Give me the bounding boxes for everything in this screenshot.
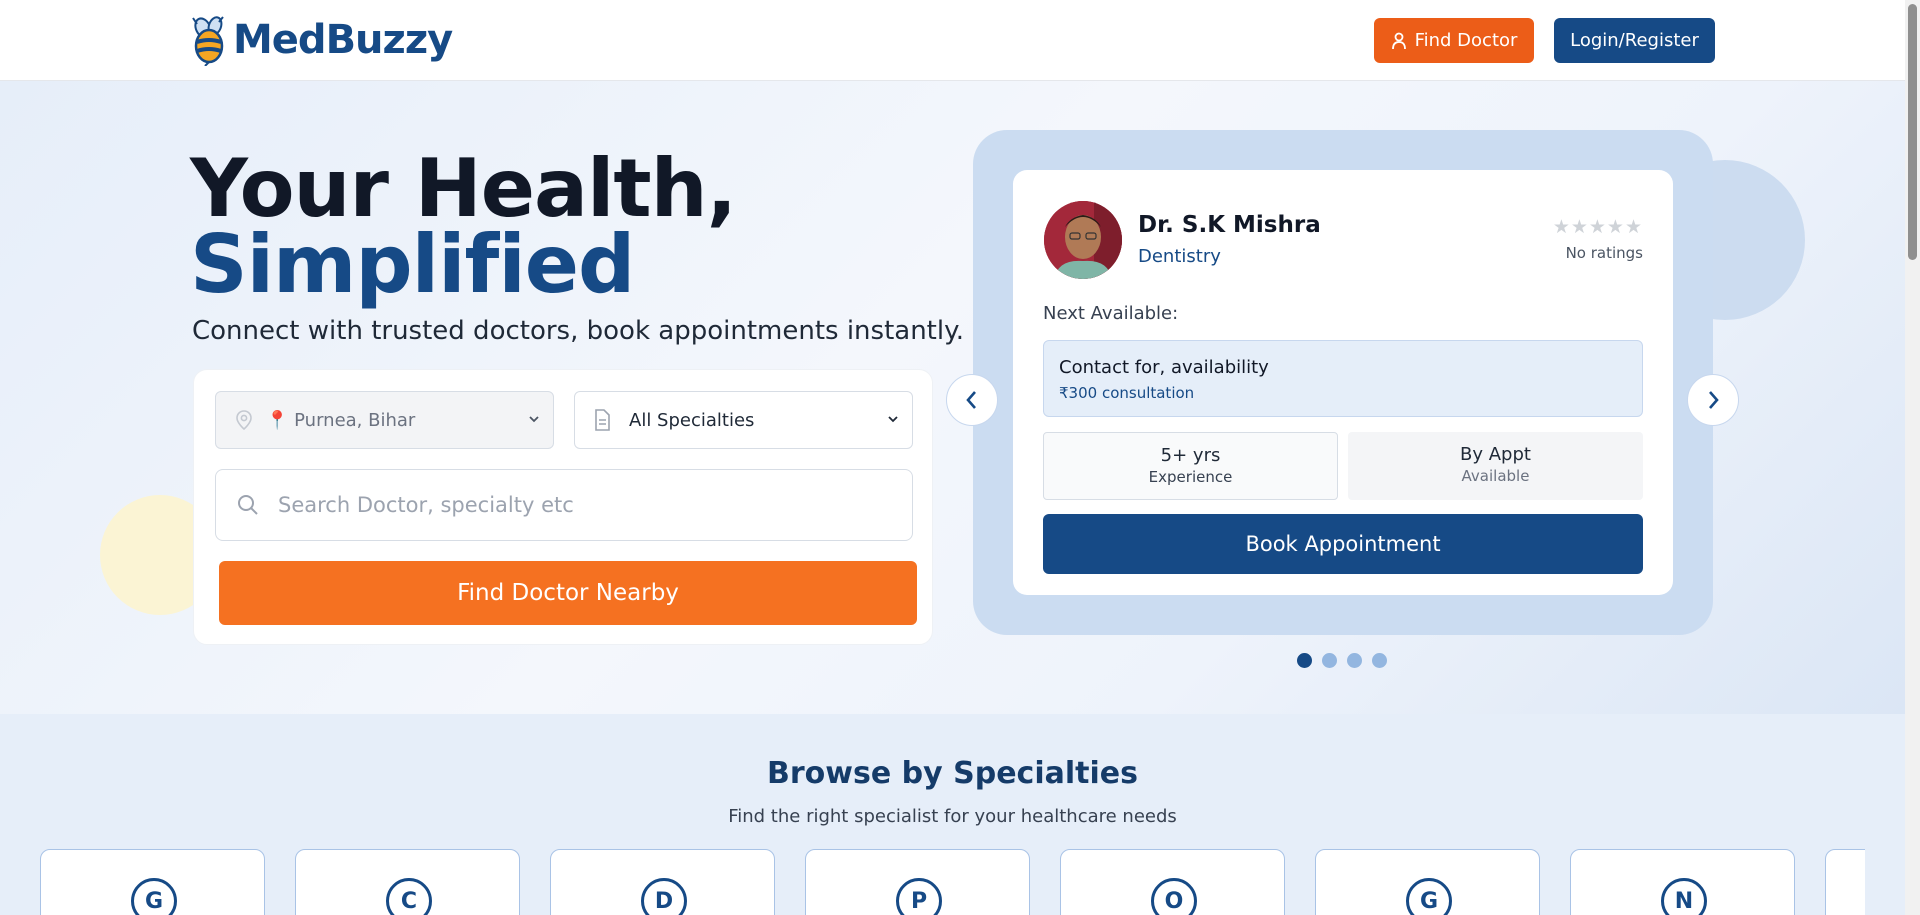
carousel-prev-button[interactable] [946,374,998,426]
specialty-initial: D [641,878,687,915]
carousel-dot[interactable] [1372,653,1387,668]
specialty-initial: N [1661,878,1707,915]
availability-label: Available [1461,467,1530,485]
carousel-dots [1297,653,1387,668]
specialty-list: G C D P O G N [40,849,1865,915]
specialty-card[interactable]: O [1060,849,1285,915]
specialty-initial: G [131,878,177,915]
specialty-card[interactable]: P [805,849,1030,915]
availability-box: Contact for, availability ₹300 consultat… [1043,340,1643,417]
location-select[interactable]: 📍 Purnea, Bihar [215,391,554,449]
specialty-card[interactable]: C [295,849,520,915]
carousel-next-button[interactable] [1687,374,1739,426]
specialties-subtitle: Find the right specialist for your healt… [728,806,1177,827]
login-register-button[interactable]: Login/Register [1554,18,1715,63]
doctor-name: Dr. S.K Mishra [1138,212,1321,238]
specialty-initial: C [386,878,432,915]
next-available-label: Next Available: [1043,303,1179,324]
chevron-down-icon [529,416,539,423]
availability-stat: By Appt Available [1348,432,1643,500]
specialty-initial: O [1151,878,1197,915]
carousel-dot[interactable] [1347,653,1362,668]
specialty-card[interactable]: N [1570,849,1795,915]
document-icon [595,409,610,431]
location-value: 📍 Purnea, Bihar [266,409,416,431]
search-card: 📍 Purnea, Bihar All Specialties Search D… [193,369,933,645]
specialty-initial: G [1406,878,1452,915]
star-rating: ★★★★★ [1552,216,1643,238]
hero-subtitle: Connect with trusted doctors, book appoi… [192,316,965,346]
experience-stat: 5+ yrs Experience [1043,432,1338,500]
specialty-initial: P [896,878,942,915]
scrollbar-thumb[interactable] [1908,4,1917,260]
page-scrollbar[interactable] [1905,0,1920,915]
availability-value: By Appt [1460,444,1531,465]
chevron-down-icon [888,416,898,423]
specialty-card[interactable] [1825,849,1865,915]
hero-title: Your Health, [190,142,737,235]
location-pin-icon [236,410,252,431]
chevron-right-icon [1709,391,1719,409]
experience-value: 5+ yrs [1160,445,1221,466]
doctor-specialty: Dentistry [1138,246,1221,267]
chevron-left-icon [966,391,976,409]
specialties-title: Browse by Specialties [767,756,1138,791]
experience-label: Experience [1148,468,1233,486]
doctor-avatar [1044,201,1122,279]
hero-title-highlight: Simplified [190,218,635,311]
find-doctor-nearby-button[interactable]: Find Doctor Nearby [219,561,917,625]
specialty-card[interactable]: D [550,849,775,915]
availability-text: Contact for, availability [1059,357,1269,378]
carousel-dot[interactable] [1322,653,1337,668]
user-icon [1391,32,1406,49]
find-doctor-button[interactable]: Find Doctor [1374,18,1534,63]
consultation-fee: ₹300 consultation [1059,384,1195,402]
site-header: MedBuzzy Find Doctor Login/Register [0,0,1905,81]
hero-section: Your Health, Simplified Connect with tru… [0,81,1905,714]
bee-logo-icon [189,14,231,67]
specialty-card[interactable]: G [40,849,265,915]
search-input[interactable]: Search Doctor, specialty etc [215,469,913,541]
search-icon [238,495,258,515]
book-appointment-button[interactable]: Book Appointment [1043,514,1643,574]
rating-text: No ratings [1565,244,1643,262]
specialties-section: Browse by Specialties Find the right spe… [0,714,1905,915]
specialty-card[interactable]: G [1315,849,1540,915]
search-placeholder: Search Doctor, specialty etc [278,493,574,517]
find-doctor-label: Find Doctor [1414,30,1518,51]
specialty-select[interactable]: All Specialties [574,391,913,449]
carousel-dot[interactable] [1297,653,1312,668]
doctor-card: Dr. S.K Mishra Dentistry ★★★★★ No rating… [1013,170,1673,595]
logo-text: MedBuzzy [233,17,453,63]
logo[interactable]: MedBuzzy [189,14,453,67]
specialty-value: All Specialties [629,409,755,431]
